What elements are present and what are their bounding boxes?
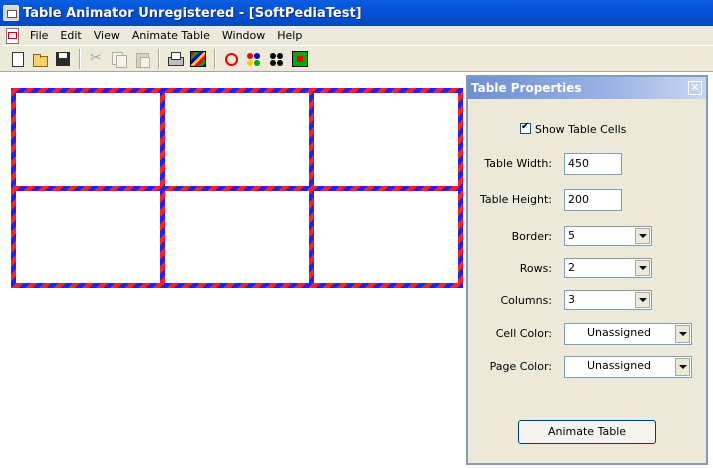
table-properties-panel: Table Properties ✕ Show Table Cells Tabl… — [466, 75, 708, 465]
cell-color-label: Cell Color: — [495, 327, 552, 340]
width-label: Table Width: — [484, 157, 552, 170]
panel-title-text: Table Properties — [471, 81, 582, 95]
page-color-row: Page Color: Unassigned — [468, 356, 706, 378]
rows-select[interactable]: 2 — [564, 258, 652, 278]
page-color-value: Unassigned — [587, 359, 651, 372]
copy-icon — [111, 51, 127, 68]
toolbar-separator — [214, 48, 216, 69]
show-cells-checkbox[interactable] — [520, 121, 531, 134]
chevron-down-icon[interactable] — [675, 358, 690, 376]
animate-table-button[interactable]: Animate Table — [518, 420, 656, 444]
columns-label: Columns: — [500, 294, 552, 307]
title-bar: Table Animator Unregistered - [SoftPedia… — [0, 0, 713, 26]
color-grid-button[interactable] — [289, 48, 311, 70]
menu-edit[interactable]: Edit — [54, 26, 87, 45]
new-icon — [9, 51, 25, 67]
menu-view[interactable]: View — [88, 26, 126, 45]
stripes-button[interactable] — [187, 48, 209, 70]
rows-row: Rows: 2 — [468, 258, 706, 280]
height-field[interactable]: 200 — [564, 189, 622, 211]
rows-label: Rows: — [519, 262, 552, 275]
stripes-icon — [190, 50, 206, 67]
table-border-vertical — [458, 88, 463, 288]
copy-button[interactable] — [108, 48, 130, 70]
close-icon[interactable]: ✕ — [688, 81, 702, 95]
table-border-vertical — [160, 88, 165, 288]
color-dots-button[interactable] — [243, 48, 265, 70]
border-select[interactable]: 5 — [564, 226, 652, 246]
chevron-down-icon[interactable] — [635, 260, 650, 276]
table-border-horizontal — [11, 186, 463, 191]
border-value: 5 — [568, 229, 575, 242]
cell-color-row: Cell Color: Unassigned — [468, 323, 706, 345]
border-label: Border: — [511, 230, 552, 243]
black-dots-icon — [269, 51, 285, 67]
ring-icon — [223, 51, 239, 67]
document-icon[interactable] — [4, 27, 20, 44]
page-color-label: Page Color: — [489, 360, 552, 373]
document-canvas[interactable] — [0, 73, 466, 468]
cut-button[interactable] — [85, 48, 107, 70]
table-border-horizontal — [11, 88, 463, 93]
table-border-vertical — [11, 88, 16, 288]
width-field[interactable]: 450 — [564, 153, 622, 175]
toolbar-separator — [158, 48, 160, 69]
paste-button[interactable] — [131, 48, 153, 70]
cell-color-select[interactable]: Unassigned — [564, 323, 692, 345]
height-label: Table Height: — [479, 193, 552, 206]
table-border-vertical — [309, 88, 314, 288]
open-button[interactable] — [29, 48, 51, 70]
menu-animate-table[interactable]: Animate Table — [126, 26, 216, 45]
columns-value: 3 — [568, 293, 575, 306]
save-icon — [55, 51, 71, 67]
rows-value: 2 — [568, 261, 575, 274]
paste-icon — [134, 51, 150, 68]
menu-bar: File Edit View Animate Table Window Help — [0, 26, 713, 45]
chevron-down-icon[interactable] — [635, 228, 650, 244]
chevron-down-icon[interactable] — [675, 325, 690, 343]
page-color-select[interactable]: Unassigned — [564, 356, 692, 378]
animated-table[interactable] — [0, 73, 466, 468]
border-row: Border: 5 — [468, 226, 706, 248]
width-row: Table Width: 450 — [468, 153, 706, 175]
print-icon — [167, 51, 184, 67]
app-icon[interactable] — [3, 5, 19, 21]
menu-file[interactable]: File — [24, 26, 54, 45]
menu-window[interactable]: Window — [216, 26, 271, 45]
cut-icon — [88, 50, 104, 67]
color-grid-icon — [292, 50, 308, 67]
columns-select[interactable]: 3 — [564, 290, 652, 310]
toolbar-separator — [79, 48, 81, 69]
black-dots-button[interactable] — [266, 48, 288, 70]
cell-color-value: Unassigned — [587, 326, 651, 339]
toolbar — [0, 45, 713, 72]
panel-title: Table Properties ✕ — [468, 77, 706, 99]
ring-button[interactable] — [220, 48, 242, 70]
columns-row: Columns: 3 — [468, 290, 706, 312]
new-button[interactable] — [6, 48, 28, 70]
chevron-down-icon[interactable] — [635, 292, 650, 308]
window-title: Table Animator Unregistered - [SoftPedia… — [23, 5, 362, 21]
height-row: Table Height: 200 — [468, 189, 706, 211]
menu-help[interactable]: Help — [271, 26, 308, 45]
show-cells-label: Show Table Cells — [535, 123, 627, 136]
save-button[interactable] — [52, 48, 74, 70]
table-border-horizontal — [11, 283, 463, 288]
print-button[interactable] — [164, 48, 186, 70]
open-icon — [32, 51, 48, 67]
color-dots-icon — [246, 51, 262, 67]
